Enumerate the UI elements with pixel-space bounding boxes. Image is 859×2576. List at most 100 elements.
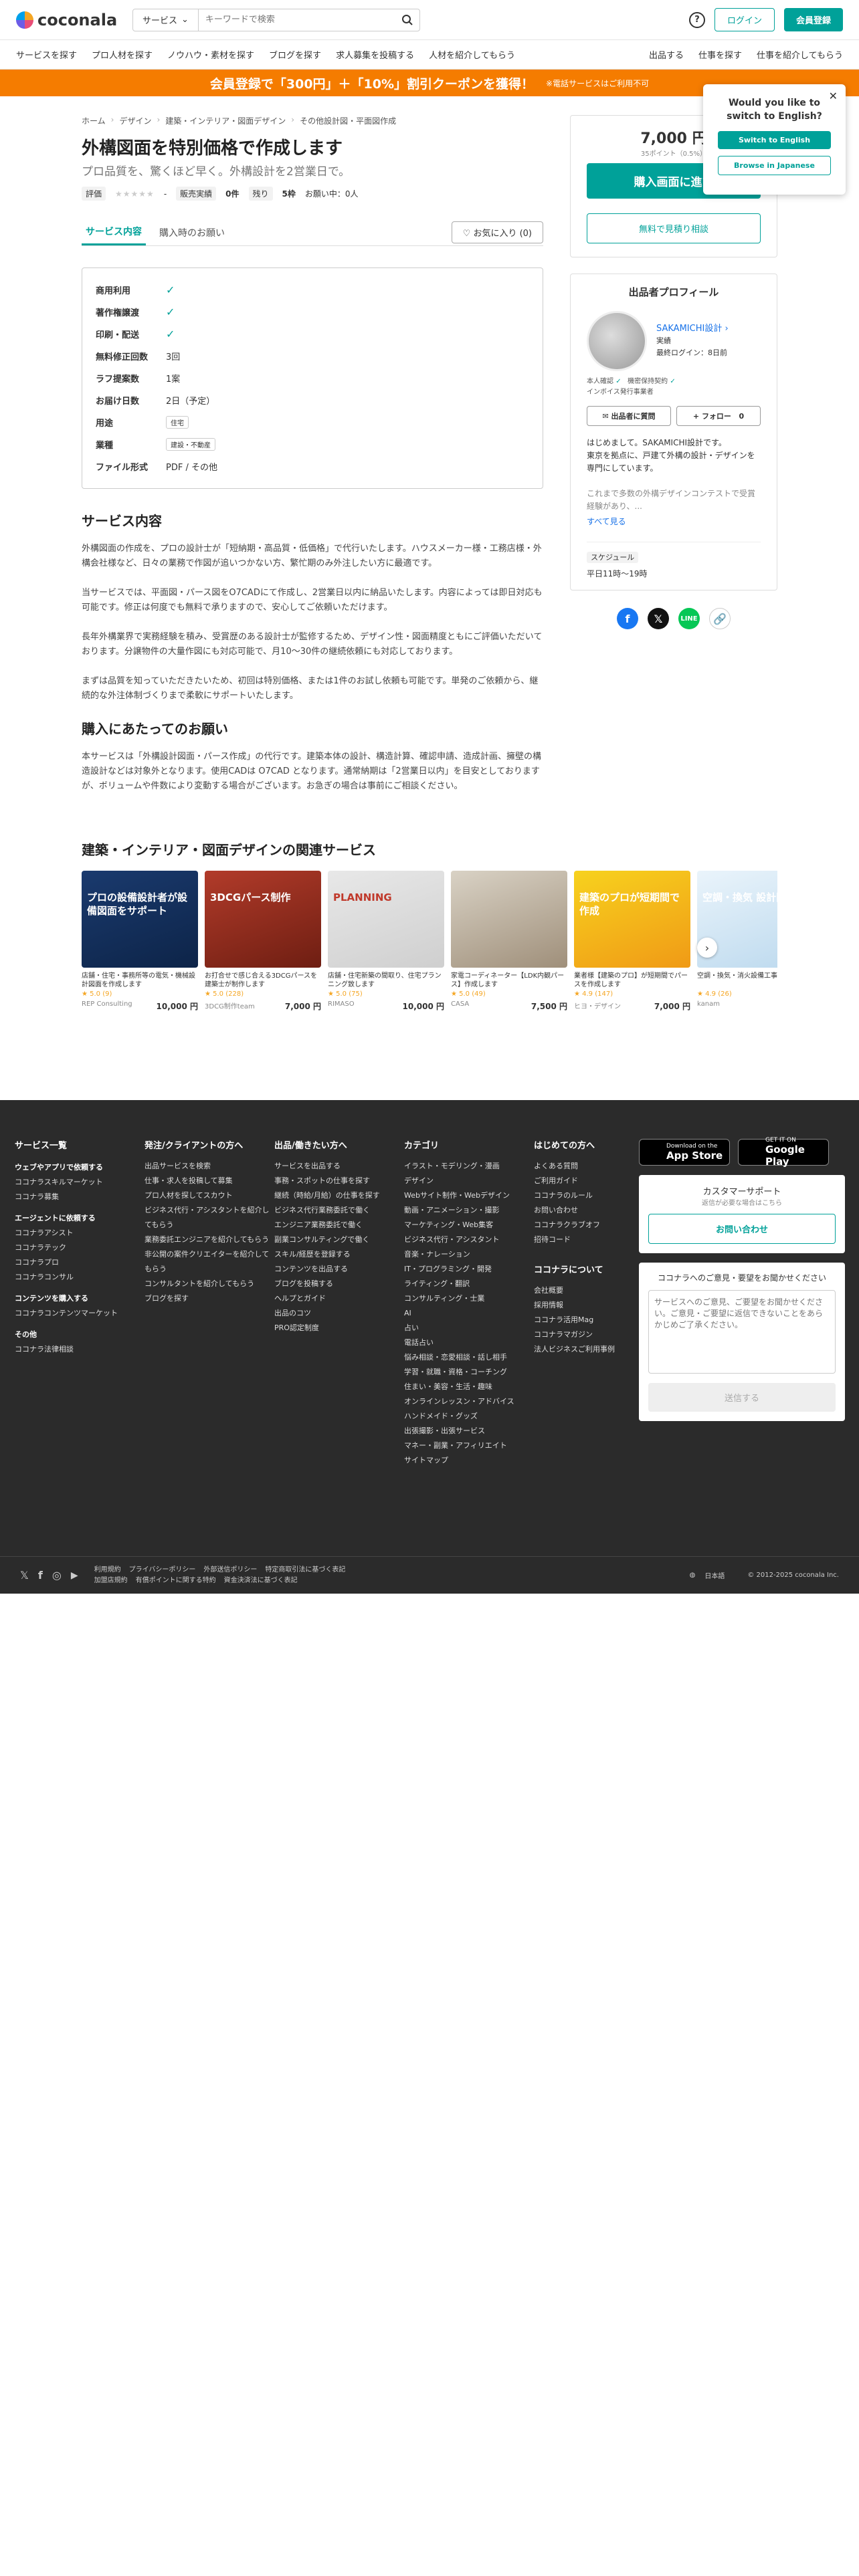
- footer-link[interactable]: イラスト・モデリング・漫画: [404, 1159, 534, 1174]
- footer-legal-link[interactable]: 加盟店規約: [94, 1577, 128, 1584]
- service-card[interactable]: 家電コーディネーター【LDK内観パース】作成します ★ 5.0 (49) CASA 7…: [451, 871, 567, 1012]
- card-title[interactable]: 空調・換気・消火設備工事作成します: [697, 972, 777, 989]
- footer-link[interactable]: ビジネス代行・アシスタント: [404, 1232, 534, 1247]
- footer-link[interactable]: コンテンツを出品する: [274, 1262, 404, 1277]
- footer-link[interactable]: ヘルプとガイド: [274, 1291, 404, 1306]
- footer-link[interactable]: ココナラアシスト: [15, 1226, 145, 1241]
- footer-link[interactable]: ハンドメイド・グッズ: [404, 1409, 534, 1424]
- footer-link[interactable]: エンジニア業務委託で働く: [274, 1218, 404, 1232]
- footer-link[interactable]: ココナラテック: [15, 1241, 145, 1255]
- footer-link[interactable]: 出張撮影・出張サービス: [404, 1424, 534, 1438]
- footer-link[interactable]: ブログを投稿する: [274, 1277, 404, 1291]
- tab-purchase-notice[interactable]: 購入時のお願い: [155, 219, 229, 245]
- breadcrumb-design[interactable]: デザイン: [119, 115, 151, 126]
- nav-find-work[interactable]: 仕事を探す: [698, 48, 742, 61]
- footer-link[interactable]: デザイン: [404, 1174, 534, 1188]
- close-icon[interactable]: ✕: [829, 90, 838, 102]
- footer-link[interactable]: IT・プログラミング・開発: [404, 1262, 534, 1277]
- register-button[interactable]: 会員登録: [783, 8, 843, 31]
- footer-legal-link[interactable]: 資金決済法に基づく表記: [224, 1577, 298, 1584]
- search-input[interactable]: [198, 15, 395, 25]
- login-button[interactable]: ログイン: [714, 8, 775, 31]
- card-title[interactable]: 店舗・住宅・事務所等の電気・機械設計図面を作成します: [82, 972, 198, 989]
- favorite-button[interactable]: ♡ お気に入り (0): [451, 221, 543, 243]
- footer-link[interactable]: 非公開の案件クリエイターを紹介してもらう: [145, 1247, 274, 1277]
- instagram-icon[interactable]: ◎: [52, 1569, 62, 1582]
- facebook-icon[interactable]: f: [617, 608, 638, 629]
- footer-link[interactable]: オンラインレッスン・アドバイス: [404, 1394, 534, 1409]
- footer-link[interactable]: 住まい・美容・生活・趣味: [404, 1380, 534, 1394]
- card-thumbnail[interactable]: プロの設備設計者が設備図面をサポート: [82, 871, 198, 968]
- footer-link[interactable]: 副業コンサルティングで働く: [274, 1232, 404, 1247]
- help-icon[interactable]: ?: [688, 11, 705, 28]
- search-icon[interactable]: [395, 9, 419, 31]
- footer-link[interactable]: プロ人材を探してスカウト: [145, 1188, 274, 1203]
- switch-english-button[interactable]: Switch to English: [718, 131, 831, 149]
- footer-legal-link[interactable]: 外部送信ポリシー: [203, 1566, 257, 1574]
- footer-link[interactable]: PRO認定制度: [274, 1321, 404, 1335]
- footer-link[interactable]: 継続（時給/月給）の仕事を探す: [274, 1188, 404, 1203]
- coconala-logo[interactable]: coconala: [16, 11, 123, 29]
- nav-find-services[interactable]: サービスを探す: [16, 48, 77, 61]
- chevron-right-icon[interactable]: ›: [697, 938, 717, 958]
- contact-button[interactable]: お問い合わせ: [648, 1214, 836, 1244]
- footer-link[interactable]: Webサイト制作・Webデザイン: [404, 1188, 534, 1203]
- nav-find-pros[interactable]: プロ人材を探す: [92, 48, 153, 61]
- footer-link[interactable]: ライティング・翻訳: [404, 1277, 534, 1291]
- see-more-link[interactable]: すべて見る: [587, 516, 761, 527]
- footer-link[interactable]: マネー・副業・アフィリエイト: [404, 1438, 534, 1453]
- nav-post-job[interactable]: 求人募集を投稿する: [336, 48, 414, 61]
- footer-link[interactable]: マーケティング・Web集客: [404, 1218, 534, 1232]
- x-icon[interactable]: 𝕏: [20, 1569, 29, 1582]
- app-store-badge[interactable]: Download on the App Store: [639, 1139, 730, 1166]
- footer-link[interactable]: コンサルティング・士業: [404, 1291, 534, 1306]
- footer-link[interactable]: ココナラコンテンツマーケット: [15, 1306, 145, 1321]
- nav-find-blogs[interactable]: ブログを探す: [269, 48, 321, 61]
- footer-link[interactable]: 学習・就職・資格・コーチング: [404, 1365, 534, 1380]
- footer-link[interactable]: 仕事・求人を投稿して募集: [145, 1174, 274, 1188]
- service-card[interactable]: プロの設備設計者が設備図面をサポート店舗・住宅・事務所等の電気・機械設計図面を作…: [82, 871, 198, 1012]
- footer-link[interactable]: ビジネス代行・アシスタントを紹介してもらう: [145, 1203, 274, 1232]
- card-thumbnail[interactable]: 建築のプロが短期間で作成: [574, 871, 690, 968]
- footer-link[interactable]: 業務委託エンジニアを紹介してもらう: [145, 1232, 274, 1247]
- search-category-select[interactable]: サービス ⌄: [133, 9, 199, 31]
- footer-link[interactable]: 電話占い: [404, 1335, 534, 1350]
- footer-legal-link[interactable]: 特定商取引法に基づく表記: [265, 1566, 345, 1574]
- footer-link[interactable]: 出品サービスを検索: [145, 1159, 274, 1174]
- footer-link[interactable]: ココナラ募集: [15, 1190, 145, 1204]
- nav-find-knowhow[interactable]: ノウハウ・素材を探す: [167, 48, 254, 61]
- footer-link[interactable]: ビジネス代行業務委託で働く: [274, 1203, 404, 1218]
- seller-name-link[interactable]: SAKAMICHI設計 ›: [656, 324, 729, 334]
- footer-legal-link[interactable]: 利用規約: [94, 1566, 121, 1574]
- breadcrumb-other[interactable]: その他設計図・平面図作成: [300, 115, 396, 126]
- footer-link[interactable]: 悩み相談・恋愛相談・話し相手: [404, 1350, 534, 1365]
- google-play-badge[interactable]: GET IT ON Google Play: [738, 1137, 829, 1168]
- footer-link[interactable]: 音楽・ナレーション: [404, 1247, 534, 1262]
- ask-seller-button[interactable]: ✉ 出品者に質問: [587, 406, 671, 426]
- language-select[interactable]: 日本語: [704, 1570, 725, 1580]
- avatar[interactable]: [587, 311, 647, 371]
- follow-button[interactable]: + フォロー 0: [676, 406, 761, 426]
- footer-link[interactable]: ココナラプロ: [15, 1255, 145, 1270]
- service-card[interactable]: 建築のプロが短期間で作成 業者様【建築のプロ】が短期間でパースを作成します ★ 4.…: [574, 871, 690, 1012]
- footer-link[interactable]: サイトマップ: [404, 1453, 534, 1468]
- card-title[interactable]: 業者様【建築のプロ】が短期間でパースを作成します: [574, 972, 690, 989]
- tab-service-details[interactable]: サービス内容: [82, 219, 146, 245]
- card-title[interactable]: 店舗・住宅新築の間取り、住宅プランニング致します: [328, 972, 444, 989]
- footer-link[interactable]: スキル/経歴を登録する: [274, 1247, 404, 1262]
- browse-japanese-button[interactable]: Browse in Japanese: [718, 156, 831, 175]
- footer-link[interactable]: AI: [404, 1306, 534, 1321]
- card-thumbnail[interactable]: [451, 871, 567, 968]
- card-title[interactable]: お打合せで感じ合える3DCGパースを建築士が制作します: [205, 972, 321, 989]
- service-card[interactable]: PLANNING 店舗・住宅新築の間取り、住宅プランニング致します ★ 5.0 (7…: [328, 871, 444, 1012]
- footer-link[interactable]: ココナラコンサル: [15, 1270, 145, 1285]
- x-icon[interactable]: 𝕏: [648, 608, 669, 629]
- footer-link[interactable]: コンサルタントを紹介してもらう: [145, 1277, 274, 1291]
- youtube-icon[interactable]: ▶: [71, 1570, 78, 1581]
- footer-legal-link[interactable]: 有償ポイントに関する特約: [136, 1577, 216, 1584]
- footer-link[interactable]: ブログを探す: [145, 1291, 274, 1306]
- footer-link[interactable]: 占い: [404, 1321, 534, 1335]
- card-thumbnail[interactable]: PLANNING: [328, 871, 444, 968]
- breadcrumb-architecture[interactable]: 建築・インテリア・図面デザイン: [165, 115, 286, 126]
- quote-button[interactable]: 無料で見積り相談: [587, 213, 761, 243]
